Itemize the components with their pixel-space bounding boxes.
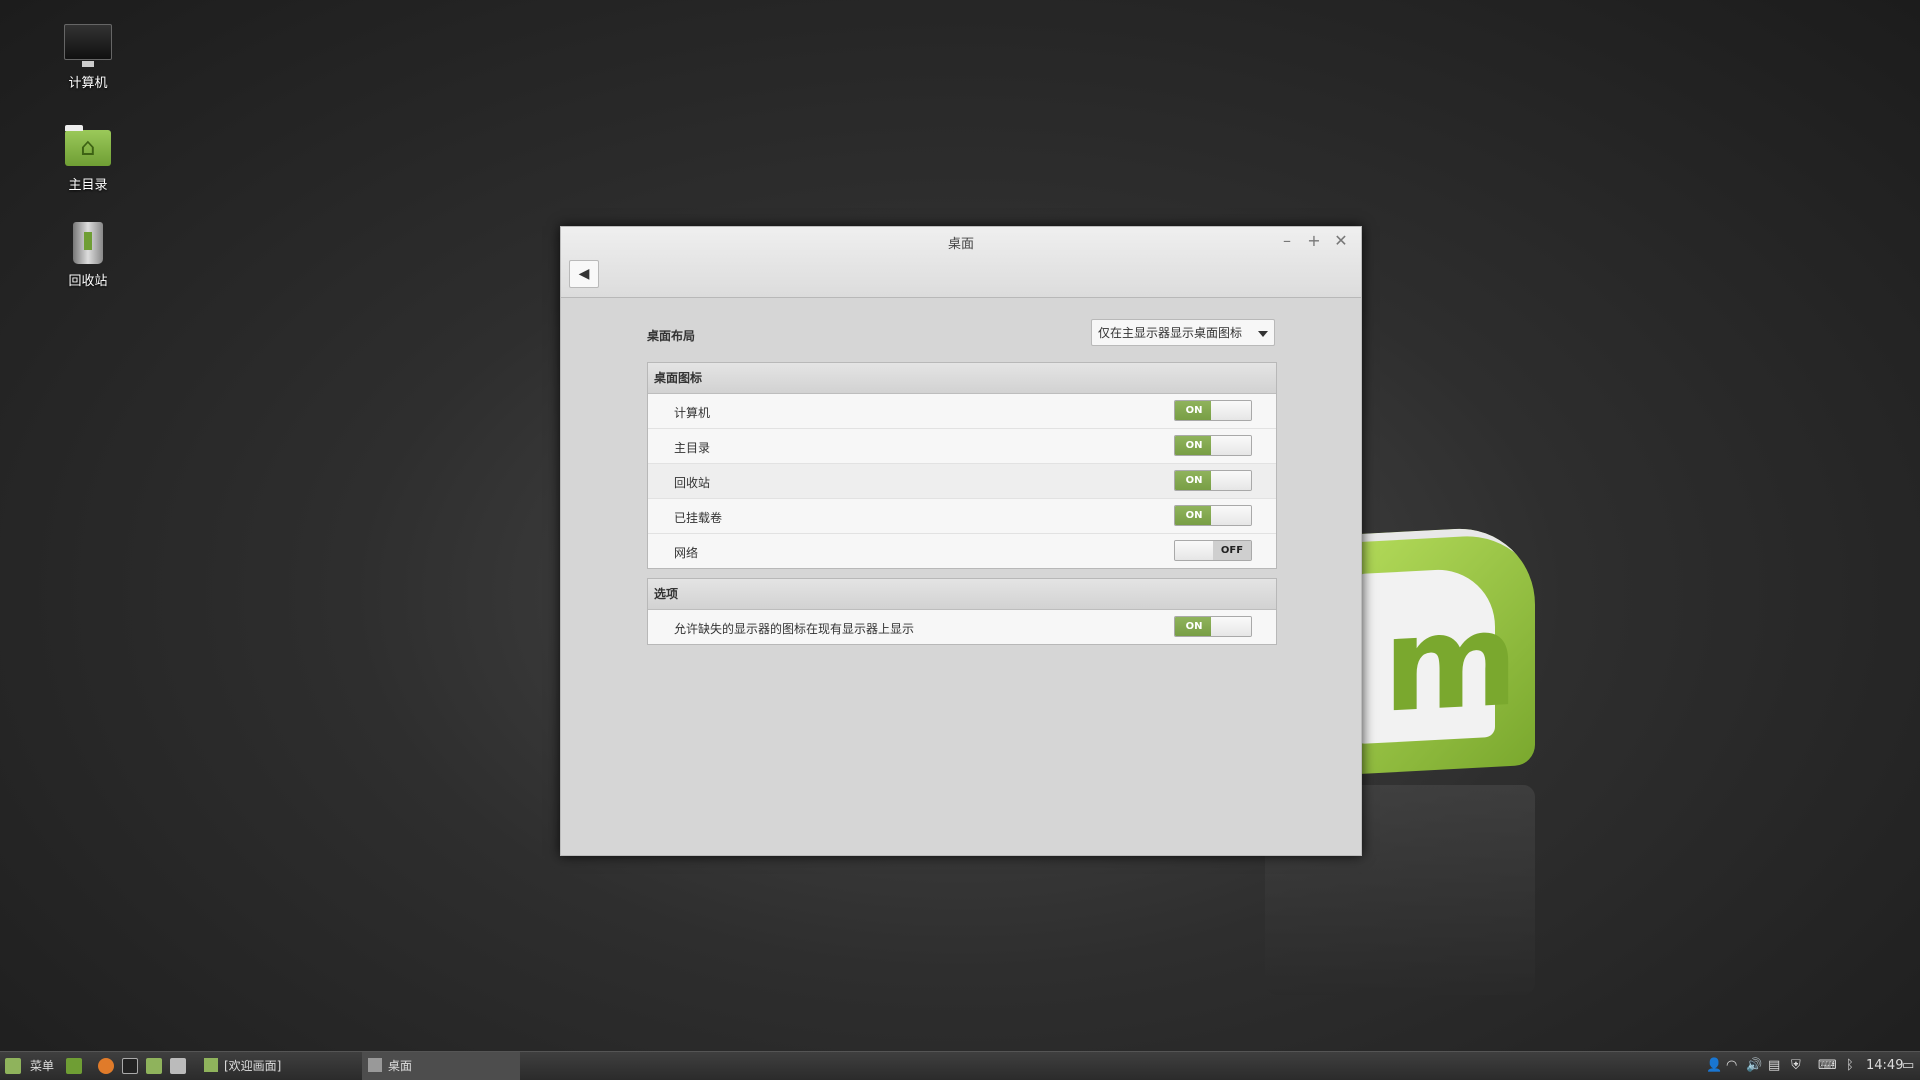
task-label: 桌面 xyxy=(388,1059,413,1073)
row-label: 已挂载卷 xyxy=(674,511,723,525)
toggle-on-label: ON xyxy=(1175,617,1213,636)
row-label: 回收站 xyxy=(674,476,711,490)
row-label: 计算机 xyxy=(674,406,711,420)
toggle-on-label: ON xyxy=(1175,506,1213,525)
chevron-down-icon xyxy=(1258,331,1268,337)
row-label: 允许缺失的显示器的图标在现有显示器上显示 xyxy=(674,622,915,636)
terminal-icon[interactable] xyxy=(122,1058,138,1074)
taskbar: 菜单 [欢迎画面] 桌面 👤 ◠ 🔊 ▤ ⛨ ⌨ ᛒ 14:49 ▭ xyxy=(0,1051,1920,1080)
back-button[interactable]: ◀ xyxy=(569,260,599,288)
list-item: 主目录 ON xyxy=(648,429,1276,464)
desktop-icons-section: 桌面图标 计算机 ON 主目录 ON 回收站 ON 已挂载卷 ON 网络 OFF xyxy=(647,362,1277,569)
files-icon[interactable] xyxy=(146,1058,162,1074)
desktop-layout-row: 桌面布局 仅在主显示器显示桌面图标 xyxy=(647,319,1275,349)
window-titlebar[interactable]: 桌面 – + ✕ ◀ xyxy=(561,227,1361,298)
list-item: 网络 OFF xyxy=(648,534,1276,568)
options-section: 选项 允许缺失的显示器的图标在现有显示器上显示 ON xyxy=(647,578,1277,645)
volume-icon[interactable]: 🔊 xyxy=(1746,1052,1762,1080)
home-folder-icon xyxy=(65,125,111,166)
menu-button[interactable]: 菜单 xyxy=(30,1052,54,1080)
mint-menu-icon[interactable] xyxy=(5,1058,21,1074)
show-windows-icon[interactable]: ▭ xyxy=(1902,1052,1914,1080)
trash-toggle[interactable]: ON xyxy=(1174,470,1252,491)
user-icon[interactable]: 👤 xyxy=(1706,1052,1722,1080)
section-header: 选项 xyxy=(648,579,1276,610)
desktop-icon-home[interactable]: 主目录 xyxy=(55,125,121,193)
linux-mint-logo: m xyxy=(1335,524,1535,776)
desktop-icon-label: 回收站 xyxy=(68,274,108,289)
row-label: 主目录 xyxy=(674,441,711,455)
firefox-icon[interactable] xyxy=(98,1058,114,1074)
desktop-settings-window: 桌面 – + ✕ ◀ 桌面布局 仅在主显示器显示桌面图标 桌面图标 计算机 ON… xyxy=(560,226,1362,856)
toggle-on-label: ON xyxy=(1175,401,1213,420)
settings-app-icon xyxy=(368,1058,382,1072)
monitor-icon xyxy=(64,24,112,67)
bluetooth-icon[interactable]: ᛒ xyxy=(1846,1052,1854,1080)
desktop-icon-computer[interactable]: 计算机 xyxy=(55,24,121,91)
list-item: 回收站 ON xyxy=(648,464,1276,499)
task-desktop-settings[interactable]: 桌面 xyxy=(362,1052,520,1080)
list-item: 计算机 ON xyxy=(648,394,1276,429)
network-toggle[interactable]: OFF xyxy=(1174,540,1252,561)
missing-monitor-icons-toggle[interactable]: ON xyxy=(1174,616,1252,637)
close-button[interactable]: ✕ xyxy=(1331,231,1351,250)
list-item: 已挂载卷 ON xyxy=(648,499,1276,534)
update-shield-icon[interactable]: ⛨ xyxy=(1791,1052,1801,1080)
clock[interactable]: 14:49 xyxy=(1866,1052,1903,1080)
toggle-on-label: ON xyxy=(1175,471,1213,490)
maximize-button[interactable]: + xyxy=(1304,231,1324,250)
task-label: [欢迎画面] xyxy=(224,1059,282,1073)
list-item: 允许缺失的显示器的图标在现有显示器上显示 ON xyxy=(648,610,1276,644)
wifi-icon[interactable]: ◠ xyxy=(1726,1052,1737,1080)
dropdown-selected-value: 仅在主显示器显示桌面图标 xyxy=(1098,326,1243,340)
show-desktop-icon[interactable] xyxy=(66,1058,82,1074)
mounted-volumes-toggle[interactable]: ON xyxy=(1174,505,1252,526)
minimize-button[interactable]: – xyxy=(1277,231,1297,250)
desktop-icon-label: 计算机 xyxy=(68,76,108,91)
desktop-icon-label: 主目录 xyxy=(68,178,108,193)
desktop-icon-trash[interactable]: 回收站 xyxy=(55,222,121,289)
home-toggle[interactable]: ON xyxy=(1174,435,1252,456)
task-welcome[interactable]: [欢迎画面] xyxy=(198,1052,356,1080)
desktop-layout-dropdown[interactable]: 仅在主显示器显示桌面图标 xyxy=(1091,319,1275,346)
trash-icon xyxy=(73,222,103,264)
arrow-left-icon: ◀ xyxy=(578,266,590,282)
removable-drive-icon[interactable]: ▤ xyxy=(1768,1052,1780,1080)
keyboard-icon[interactable]: ⌨ xyxy=(1818,1052,1837,1080)
window-title: 桌面 xyxy=(947,237,974,252)
toggle-on-label: ON xyxy=(1175,436,1213,455)
toggle-off-label: OFF xyxy=(1213,541,1251,560)
welcome-app-icon xyxy=(204,1058,218,1072)
row-label: 网络 xyxy=(674,546,699,560)
screenshot-icon[interactable] xyxy=(170,1058,186,1074)
section-header: 桌面图标 xyxy=(648,363,1276,394)
computer-toggle[interactable]: ON xyxy=(1174,400,1252,421)
desktop-layout-label: 桌面布局 xyxy=(647,329,696,343)
